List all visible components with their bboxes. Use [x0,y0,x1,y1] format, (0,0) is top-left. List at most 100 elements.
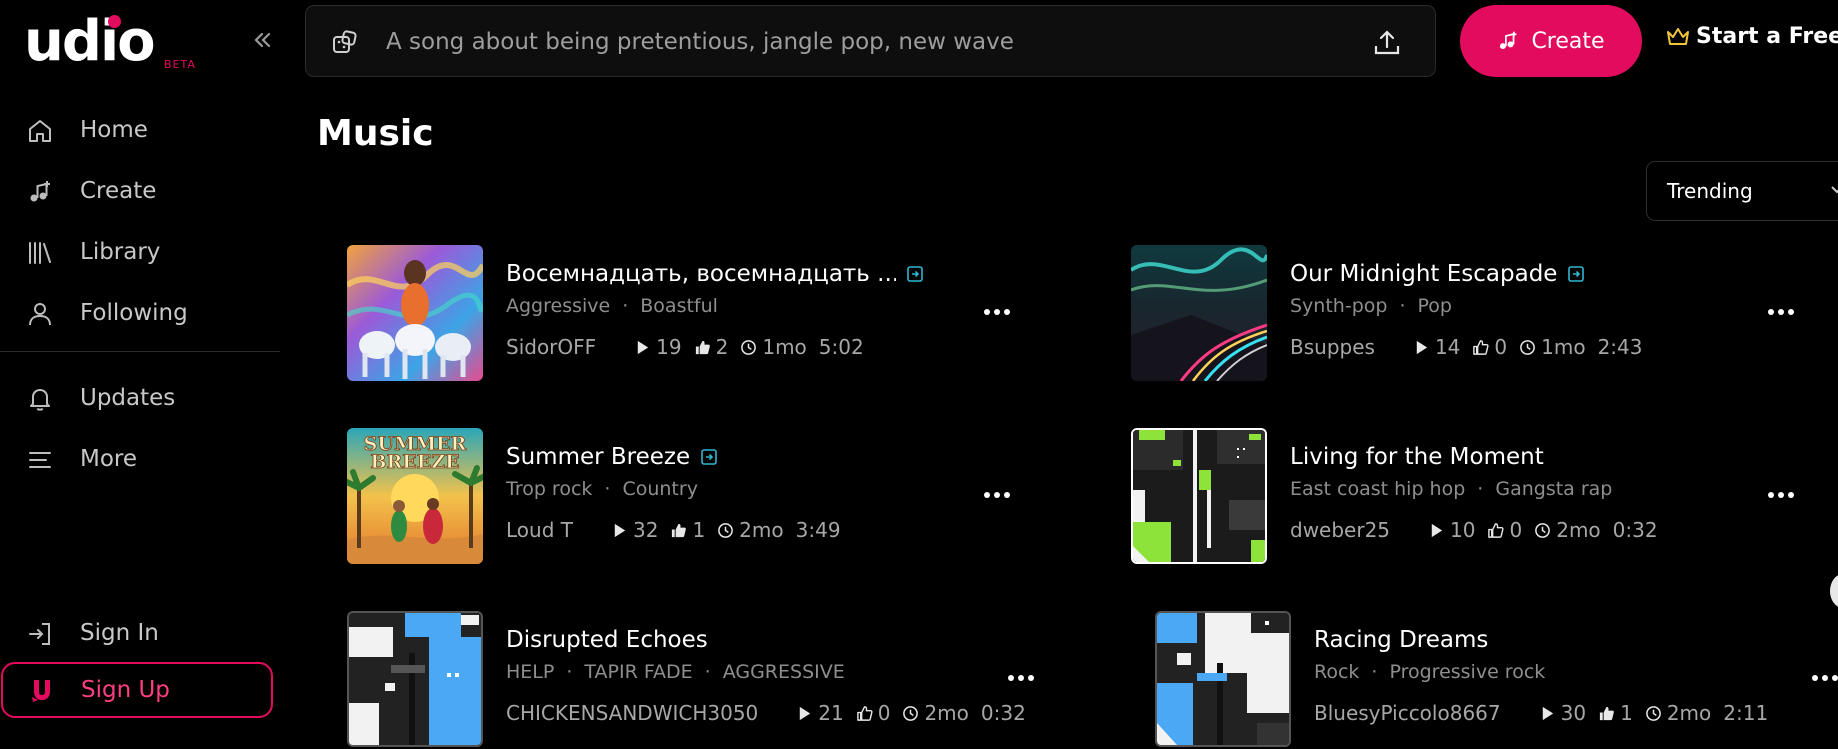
sidebar-item-library[interactable]: Library [0,226,276,278]
song-title[interactable]: Восемнадцать, восемнадцать ... [506,261,896,287]
cover-art[interactable] [347,245,483,381]
thumbs-up-outline-icon [1472,339,1489,356]
more-options-icon[interactable] [1001,663,1041,693]
clock-icon [1519,339,1536,356]
artist-name[interactable]: CHICKENSANDWICH3050 [506,701,758,725]
tag[interactable]: East coast hip hop [1290,478,1465,500]
play-count-value: 19 [656,335,682,359]
sort-select[interactable]: Trending [1646,161,1838,221]
menu-lines-icon [29,452,51,468]
collapse-sidebar-button[interactable] [244,28,280,52]
tag[interactable]: Gangsta rap [1495,478,1612,500]
clock-icon [1534,522,1551,539]
beta-badge: BETA [164,58,196,71]
song-title[interactable]: Summer Breeze [506,444,690,470]
artist-name[interactable]: dweber25 [1290,518,1390,542]
song-card[interactable]: Our Midnight Escapade Synth-pop · Pop Bsup… [1131,245,1838,381]
sidebar-item-following[interactable]: Following [0,287,276,339]
play-count-value: 14 [1434,335,1461,359]
tag[interactable]: Country [622,478,697,500]
song-meta: dweber25 10 0 2mo 0:32 [1290,518,1670,542]
cover-art[interactable] [347,611,483,747]
play-count: 14 [1413,335,1460,359]
create-button[interactable]: Create [1460,5,1642,77]
tag[interactable]: Boastful [640,295,718,317]
cover-art[interactable]: SUMMER BREEZE [347,428,483,564]
song-title[interactable]: Disrupted Echoes [506,627,708,653]
tag[interactable]: Trop rock [506,478,592,500]
music-plus-icon [1500,31,1517,50]
open-song-icon[interactable] [906,265,924,283]
song-title[interactable]: Living for the Moment [1290,444,1544,470]
song-tags: Synth-pop · Pop [1290,295,1452,317]
artist-name[interactable]: Bsuppes [1290,335,1375,359]
artist-name[interactable]: Loud T [506,518,573,542]
song-card[interactable]: SUMMER BREEZE Summer Breeze Trop rock · Co… [347,428,1067,564]
thumbs-up-outline-icon [1487,522,1504,539]
scroll-handle[interactable] [1830,574,1838,608]
like-count[interactable]: 1 [670,518,705,542]
tag[interactable]: Aggressive [506,295,610,317]
tag[interactable]: TAPIR FADE [584,661,692,683]
song-card[interactable]: Disrupted Echoes HELP · TAPIR FADE · AGGRESS… [347,611,1067,747]
play-icon [796,705,813,722]
song-title[interactable]: Racing Dreams [1314,627,1488,653]
tag[interactable]: HELP [506,661,554,683]
more-options-icon[interactable] [977,297,1017,327]
cover-art[interactable] [1131,245,1267,381]
song-title-row: Racing Dreams [1314,627,1488,653]
udio-logo[interactable]: udio BETA [24,14,195,72]
free-trial-link[interactable]: Start a Free T [1666,24,1838,49]
tag[interactable]: Synth-pop [1290,295,1387,317]
sidebar-item-updates[interactable]: Updates [0,372,276,424]
age-value: 2mo [1666,701,1712,725]
sort-value: Trending [1667,179,1753,203]
sign-in-button[interactable]: Sign In [0,607,276,659]
like-count[interactable]: 2 [694,335,728,359]
like-count[interactable]: 1 [1598,701,1633,725]
sidebar-item-create[interactable]: Create [0,165,276,217]
crown-icon [1667,27,1689,45]
tag[interactable]: Pop [1418,295,1452,317]
tag-separator: · [566,661,573,683]
bell-icon [30,389,50,411]
tag[interactable]: Rock [1314,661,1359,683]
play-count: 10 [1428,518,1475,542]
more-options-icon[interactable] [1761,297,1801,327]
play-count-value: 32 [632,518,659,542]
tag[interactable]: AGGRESSIVE [723,661,845,683]
tag[interactable]: Progressive rock [1389,661,1545,683]
search-input[interactable] [384,22,1308,62]
age-value: 1mo [762,335,807,359]
artist-name[interactable]: BluesyPiccolo8667 [1314,701,1501,725]
more-options-icon[interactable] [1761,480,1801,510]
open-song-icon[interactable] [700,448,718,466]
like-count[interactable]: 0 [1487,518,1522,542]
play-count-value: 21 [818,701,844,725]
cover-art[interactable] [1155,611,1291,747]
sidebar-item-more[interactable]: More [0,433,276,485]
cover-art[interactable] [1131,428,1267,564]
song-card[interactable]: Living for the Moment East coast hip hop… [1131,428,1838,564]
thumbs-up-icon [694,339,711,356]
dice-icon[interactable] [330,28,360,58]
sign-up-button[interactable]: Sign Up [1,662,273,718]
sidebar-item-home[interactable]: Home [0,104,276,156]
age-value: 1mo [1541,335,1586,359]
clock-icon [902,705,919,722]
song-card[interactable]: Racing Dreams Rock · Progressive rock Blue… [1155,611,1838,747]
user-icon [29,303,51,326]
more-options-icon[interactable] [977,480,1017,510]
like-count[interactable]: 0 [1472,335,1507,359]
song-card[interactable]: Восемнадцать, восемнадцать ... Aggressiv… [347,245,1067,381]
like-count[interactable]: 0 [856,701,890,725]
open-song-icon[interactable] [1567,265,1585,283]
age-value: 2mo [739,518,784,542]
sidebar-item-label: Updates [80,385,176,411]
song-meta: SidorOFF 19 2 1mo 5:02 [506,335,876,359]
summer-breeze-art: SUMMER BREEZE [347,428,483,564]
more-options-icon[interactable] [1805,663,1838,693]
song-title[interactable]: Our Midnight Escapade [1290,261,1557,287]
upload-icon[interactable] [1372,28,1402,58]
artist-name[interactable]: SidorOFF [506,335,596,359]
